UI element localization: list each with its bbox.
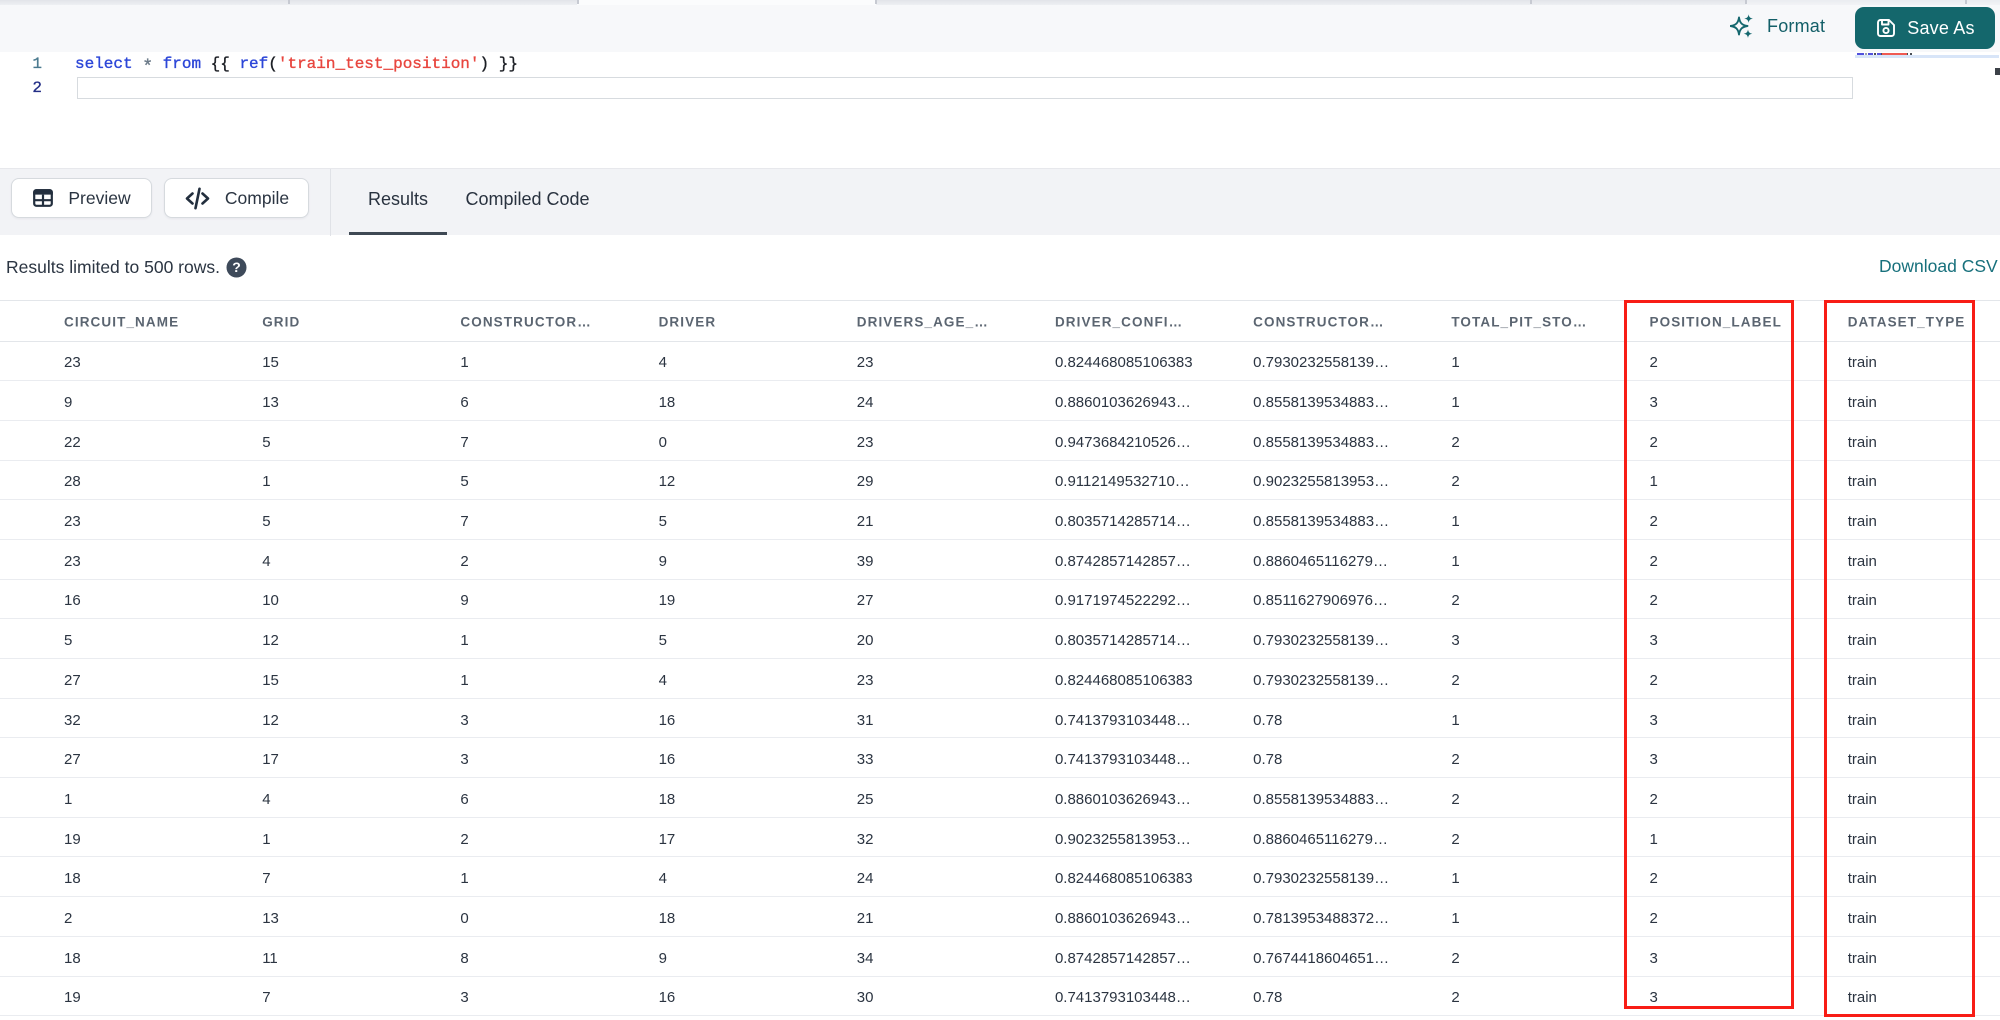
svg-text:?: ?	[232, 259, 241, 275]
